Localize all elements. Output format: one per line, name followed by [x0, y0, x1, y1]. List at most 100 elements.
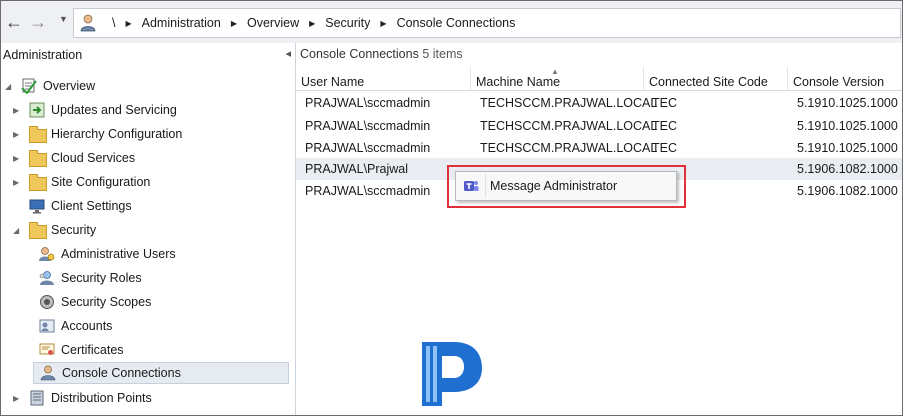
collapsed-arrow-icon[interactable]: ▶: [13, 154, 19, 163]
column-header-connected-site-code[interactable]: Connected Site Code: [644, 67, 788, 90]
tree-item-label: Administrative Users: [61, 247, 176, 261]
cell-user-name: PRAJWAL\sccmadmin: [305, 119, 431, 133]
results-header: Console Connections 5 items: [300, 47, 463, 61]
console-window: ← → ▼ \ ▶ Administration ▶ Overview ▶ Se…: [0, 0, 903, 416]
collapsed-arrow-icon[interactable]: ▶: [13, 394, 19, 403]
folder-icon: [29, 150, 47, 167]
breadcrumb-separator-icon[interactable]: ▶: [303, 19, 321, 28]
tree-item-security-roles[interactable]: Security Roles: [39, 267, 142, 289]
tree-item-label: Cloud Services: [51, 151, 136, 165]
tree-item-label: Certificates: [61, 343, 124, 357]
prajwal-logo-icon: [422, 342, 482, 406]
history-dropdown-icon[interactable]: ▼: [59, 14, 68, 24]
cell-machine-name: TECHSCCM.PRAJWAL.LOCAL: [480, 119, 658, 133]
navigation-pane: Administration ◂ ◢ Overview ▶ Updates an…: [1, 43, 296, 415]
tree-item-label: Distribution Points: [51, 391, 152, 405]
breadcrumb: \ ▶ Administration ▶ Overview ▶ Security…: [73, 8, 901, 38]
column-header-user-name[interactable]: User Name: [296, 67, 471, 90]
cell-site-code: TEC: [652, 96, 677, 110]
cell-machine-name: TECHSCCM.PRAJWAL.LOCAL: [480, 96, 658, 110]
security-scopes-icon: [40, 295, 54, 309]
folder-icon: [29, 174, 47, 191]
user-icon: [80, 14, 96, 32]
back-arrow-icon[interactable]: ←: [3, 11, 25, 33]
cell-user-name: PRAJWAL\sccmadmin: [305, 96, 431, 110]
address-bar: ← → ▼ \ ▶ Administration ▶ Overview ▶ Se…: [1, 1, 902, 44]
tree-item-security-scopes[interactable]: Security Scopes: [39, 291, 151, 313]
collapse-pane-icon[interactable]: ◂: [285, 47, 291, 60]
tree-item-site-configuration[interactable]: Site Configuration: [29, 171, 150, 193]
tree-item-label: Overview: [43, 79, 96, 93]
cell-user-name: PRAJWAL\Prajwal: [305, 162, 409, 176]
expanded-arrow-icon[interactable]: ◢: [5, 82, 11, 91]
folder-icon: [29, 222, 47, 239]
collapsed-arrow-icon[interactable]: ▶: [13, 106, 19, 115]
distribution-points-icon: [30, 390, 44, 406]
expanded-arrow-icon[interactable]: ◢: [13, 226, 19, 235]
tree-item-overview[interactable]: Overview: [21, 75, 95, 97]
tree-item-label: Console Connections: [62, 366, 181, 380]
cell-machine-name: TECHSCCM.PRAJWAL.LOCAL: [480, 141, 658, 155]
table-row[interactable]: PRAJWAL\sccmadmin TECHSCCM.PRAJWAL.LOCAL…: [296, 92, 902, 114]
table-row[interactable]: PRAJWAL\sccmadmin TECHSCCM.PRAJWAL.LOCAL…: [296, 137, 902, 159]
context-menu-label: Message Administrator: [490, 179, 618, 193]
context-menu-item-message-administrator[interactable]: Message Administrator: [456, 172, 676, 200]
tree-item-label: Security Roles: [61, 271, 142, 285]
accounts-icon: [39, 319, 55, 333]
breadcrumb-overview[interactable]: Overview: [243, 16, 303, 30]
certificate-icon: [39, 343, 55, 355]
breadcrumb-separator-icon[interactable]: ▶: [374, 19, 392, 28]
table-row[interactable]: PRAJWAL\sccmadmin TECHSCCM.PRAJWAL.LOCAL…: [296, 115, 902, 137]
column-header-machine-name[interactable]: Machine Name: [471, 67, 644, 90]
computer-icon: [29, 199, 45, 214]
results-title: Console Connections: [300, 47, 419, 61]
security-roles-icon: [39, 271, 54, 285]
forward-arrow-icon[interactable]: →: [27, 11, 49, 33]
tree-item-distribution-points[interactable]: Distribution Points: [29, 387, 152, 409]
cell-user-name: PRAJWAL\sccmadmin: [305, 141, 431, 155]
collapsed-arrow-icon[interactable]: ▶: [13, 130, 19, 139]
cell-console-version: 5.1906.1082.1000: [797, 162, 898, 176]
cell-site-code: TEC: [652, 119, 677, 133]
tree-item-label: Updates and Servicing: [51, 103, 177, 117]
cell-console-version: 5.1910.1025.1000: [797, 119, 898, 133]
teams-icon: [464, 181, 479, 191]
tree-item-accounts[interactable]: Accounts: [39, 315, 112, 337]
breadcrumb-administration[interactable]: Administration: [138, 16, 225, 30]
collapsed-arrow-icon[interactable]: ▶: [13, 178, 19, 187]
breadcrumb-security[interactable]: Security: [321, 16, 374, 30]
breadcrumb-separator-icon[interactable]: ▶: [225, 19, 243, 28]
tree-item-security[interactable]: Security: [29, 219, 96, 241]
breadcrumb-root[interactable]: \: [108, 16, 119, 30]
results-pane: Console Connections 5 items ▲ User Name …: [296, 43, 902, 415]
admin-users-icon: [39, 247, 55, 261]
updates-icon: [29, 102, 45, 118]
tree-item-console-connections[interactable]: Console Connections: [33, 362, 289, 384]
tree-item-label: Site Configuration: [51, 175, 151, 189]
breadcrumb-console-connections[interactable]: Console Connections: [393, 16, 520, 30]
folder-icon: [29, 126, 47, 143]
navigation-pane-header: Administration ◂: [1, 43, 295, 67]
tree-item-updates-and-servicing[interactable]: Updates and Servicing: [29, 99, 177, 121]
column-header-console-version[interactable]: Console Version: [788, 67, 902, 90]
tree-item-label: Security Scopes: [61, 295, 152, 309]
column-headers: ▲ User Name Machine Name Connected Site …: [296, 67, 902, 91]
cell-console-version: 5.1906.1082.1000: [797, 184, 898, 198]
tree-item-certificates[interactable]: Certificates: [39, 339, 124, 361]
tree-item-hierarchy-configuration[interactable]: Hierarchy Configuration: [29, 123, 182, 145]
breadcrumb-separator-icon[interactable]: ▶: [119, 19, 137, 28]
menu-divider: [485, 174, 486, 198]
cell-user-name: PRAJWAL\sccmadmin: [305, 184, 431, 198]
context-menu: Message Administrator: [455, 171, 677, 201]
tree-item-administrative-users[interactable]: Administrative Users: [39, 243, 176, 265]
cell-console-version: 5.1910.1025.1000: [797, 141, 898, 155]
navigation-pane-title: Administration: [3, 48, 83, 62]
tree-item-label: Accounts: [61, 319, 113, 333]
tree-item-client-settings[interactable]: Client Settings: [29, 195, 132, 217]
tree-item-label: Client Settings: [51, 199, 132, 213]
console-connections-icon: [40, 365, 56, 381]
overview-icon: [21, 78, 37, 94]
tree-item-label: Hierarchy Configuration: [51, 127, 183, 141]
tree-item-cloud-services[interactable]: Cloud Services: [29, 147, 135, 169]
cell-site-code: TEC: [652, 141, 677, 155]
